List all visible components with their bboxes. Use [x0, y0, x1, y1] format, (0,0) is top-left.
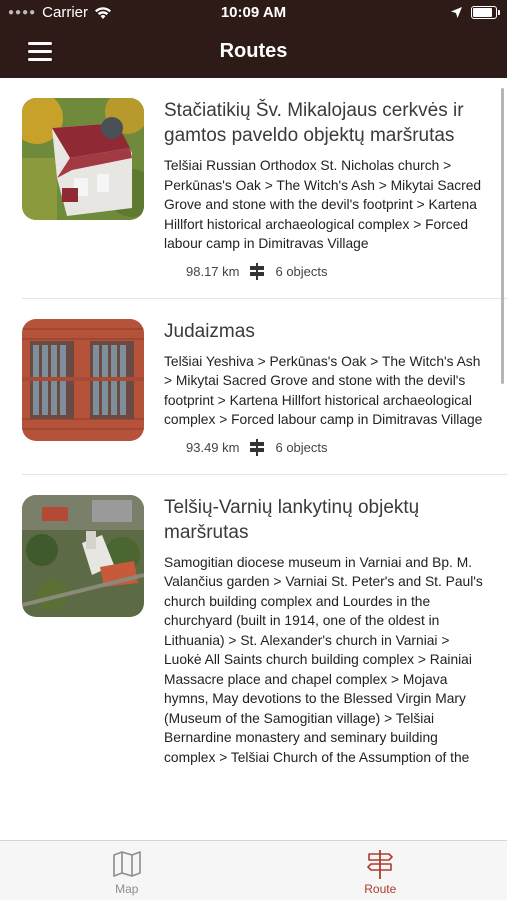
route-distance: 98.17 km	[186, 263, 240, 279]
route-meta: 93.49 km 6 objects	[164, 438, 485, 456]
tab-map-label: Map	[115, 882, 139, 896]
route-item[interactable]: Stačiatikių Šv. Mikalojaus cerkvės ir ga…	[22, 78, 507, 299]
route-thumbnail-church	[22, 98, 144, 220]
battery-icon	[471, 6, 500, 19]
location-arrow-icon	[451, 7, 462, 18]
routes-list[interactable]: Stačiatikių Šv. Mikalojaus cerkvės ir ga…	[0, 78, 507, 840]
scroll-indicator[interactable]	[501, 88, 504, 384]
route-objects-count: 6 objects	[275, 439, 328, 455]
route-item[interactable]: Telšių-Varnių lankytinų objektų maršruta…	[22, 475, 507, 786]
signpost-icon	[250, 262, 265, 280]
route-title: Stačiatikių Šv. Mikalojaus cerkvės ir ga…	[164, 100, 464, 146]
map-icon	[112, 851, 141, 877]
route-description: Telšiai Yeshiva > Perkūnas's Oak > The W…	[164, 353, 483, 428]
route-thumbnail-town-aerial	[22, 494, 144, 617]
tab-map[interactable]: Map	[0, 841, 254, 900]
status-bar: ●●●● Carrier 10:09 AM	[0, 0, 507, 28]
signpost-icon	[250, 438, 265, 456]
route-description: Telšiai Russian Orthodox St. Nicholas ch…	[164, 158, 482, 251]
route-title: Telšių-Varnių lankytinų objektų maršruta…	[164, 496, 420, 543]
tab-route[interactable]: Route	[254, 841, 507, 900]
route-meta: 98.17 km 6 objects	[164, 262, 485, 280]
page-title: Routes	[219, 40, 288, 62]
route-title: Judaizmas	[164, 320, 255, 342]
route-item[interactable]: Judaizmas Telšiai Yeshiva > Perkūnas's O…	[22, 299, 507, 475]
tab-route-label: Route	[364, 882, 397, 896]
route-distance: 93.49 km	[186, 439, 240, 455]
signpost-icon	[367, 850, 394, 879]
tab-bar: Map Route	[0, 840, 507, 900]
nav-bar: Routes	[0, 28, 507, 78]
route-thumbnail-yeshiva	[22, 318, 144, 441]
route-description: Samogitian diocese museum in Varniai and…	[164, 554, 483, 765]
clock: 10:09 AM	[220, 4, 287, 21]
route-objects-count: 6 objects	[275, 263, 328, 279]
